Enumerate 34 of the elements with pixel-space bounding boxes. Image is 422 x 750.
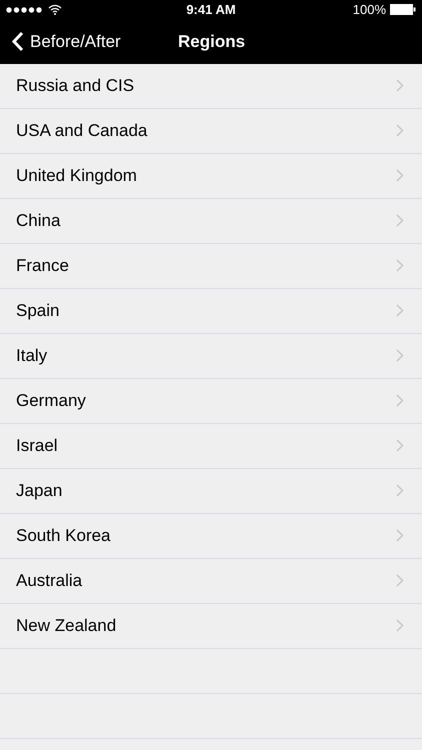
chevron-icon [396,349,404,362]
region-row[interactable]: United Kingdom [0,154,422,198]
chevron-icon [396,124,404,137]
back-chevron-icon [12,31,24,52]
battery-icon [390,4,416,16]
chevron-icon [396,439,404,452]
chevron-icon [396,214,404,227]
back-button[interactable]: Before/After [0,28,121,54]
region-row[interactable]: Israel [0,424,422,468]
region-row[interactable]: New Zealand [0,604,422,648]
region-row[interactable]: France [0,244,422,288]
chevron-icon [396,484,404,497]
region-row[interactable]: Russia and CIS [0,64,422,108]
region-row[interactable]: Spain [0,288,422,334]
region-row[interactable]: China [0,198,422,244]
battery-percent: 100% [352,1,386,19]
region-row[interactable]: Italy [0,334,422,378]
region-row[interactable]: Japan [0,468,422,514]
chevron-icon [396,169,404,182]
chevron-icon [396,79,404,92]
chevron-icon [396,619,404,632]
region-row[interactable]: USA and Canada [0,108,422,154]
region-row[interactable]: Australia [0,558,422,604]
chevron-icon [396,574,404,587]
region-row[interactable]: South Korea [0,514,422,558]
chevron-icon [396,259,404,272]
screen-title: Regions [178,30,246,53]
chevron-icon [396,304,404,317]
wifi-icon [48,4,62,16]
chevron-icon [396,529,404,542]
status-time: 9:41 AM [186,1,236,19]
chevron-icon [396,394,404,407]
region-row[interactable]: Germany [0,378,422,424]
signal-icon [6,6,44,13]
